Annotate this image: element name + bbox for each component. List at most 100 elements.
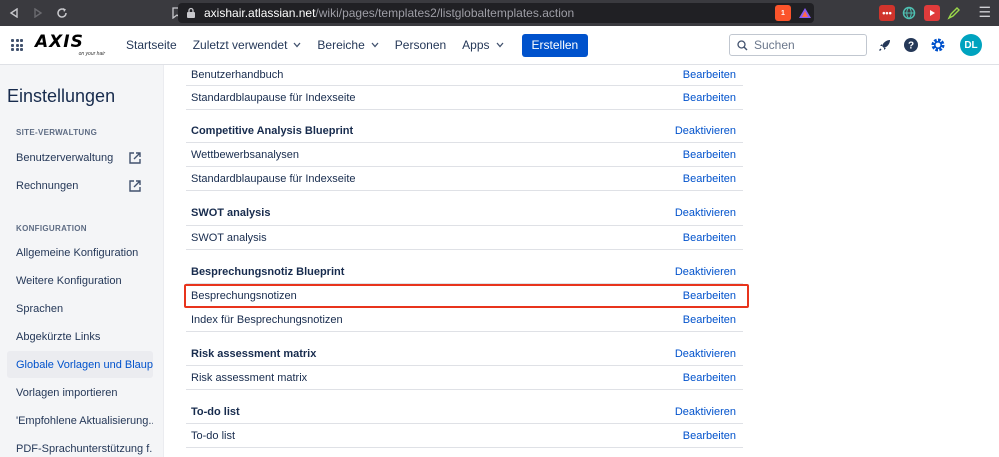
edit-link[interactable]: Bearbeiten — [683, 173, 736, 185]
table-row: SWOT analysis Bearbeiten — [186, 226, 743, 250]
blueprint-header-row: Besprechungsnotiz Blueprint Deaktivieren — [186, 250, 743, 284]
sidebar-item-label: Globale Vorlagen und Blaup... — [16, 358, 153, 371]
sidebar-item-vorlagen-importieren[interactable]: Vorlagen importieren — [7, 379, 153, 406]
app-header: AXIS on your hair Startseite Zuletzt ver… — [0, 26, 999, 65]
brave-badge: 1 — [781, 9, 785, 17]
search-placeholder: Suchen — [754, 38, 795, 52]
sidebar-item-label: 'Empfohlene Aktualisierung... — [16, 414, 153, 427]
table-row: Benutzerhandbuch Bearbeiten — [186, 65, 743, 86]
nav-label: Apps — [462, 38, 490, 52]
nav-personen[interactable]: Personen — [395, 38, 446, 52]
sidebar-item-label: Weitere Konfiguration — [16, 274, 122, 287]
forward-icon[interactable] — [28, 3, 48, 23]
highlight-box — [184, 284, 749, 308]
create-button[interactable]: Erstellen — [521, 33, 589, 57]
nav-label: Startseite — [126, 38, 177, 52]
sidebar-item-weitere-konfiguration[interactable]: Weitere Konfiguration — [7, 267, 153, 294]
nav-label: Bereiche — [317, 38, 365, 52]
edit-link[interactable]: Bearbeiten — [683, 314, 736, 326]
sidebar-item-label: PDF-Sprachunterstützung f... — [16, 442, 153, 455]
template-name: Benutzerhandbuch — [191, 69, 284, 81]
help-icon[interactable]: ? — [902, 36, 920, 54]
address-bar[interactable]: axishair.atlassian.net /wiki/pages/templ… — [178, 3, 814, 23]
edit-link[interactable]: Bearbeiten — [683, 430, 736, 442]
blueprint-name: Besprechungsnotiz Blueprint — [191, 265, 345, 278]
blueprint-name: To-do list — [191, 405, 240, 418]
nav-label: Personen — [394, 38, 447, 52]
template-name: Wettbewerbsanalysen — [191, 148, 300, 161]
edit-link[interactable]: Bearbeiten — [683, 69, 736, 81]
brave-shield-icon[interactable]: 1 — [775, 5, 791, 21]
sidebar-item-sprachen[interactable]: Sprachen — [7, 295, 153, 322]
template-name: Standardblaupause für Indexseite — [191, 172, 356, 185]
browser-menu-icon[interactable]: ☰ — [978, 4, 991, 21]
nav-apps[interactable]: Apps — [462, 38, 504, 52]
deactivate-link[interactable]: Deaktivieren — [675, 266, 736, 278]
template-name: Index für Besprechungsnotizen — [191, 313, 343, 326]
table-row: Risk assessment matrix Bearbeiten — [186, 366, 743, 390]
extension-globe-icon[interactable] — [901, 5, 917, 21]
sidebar-item-label: Benutzerverwaltung — [16, 151, 114, 164]
sidebar-item-abgekuerzte-links[interactable]: Abgekürzte Links — [7, 323, 153, 350]
nav-startseite[interactable]: Startseite — [126, 38, 177, 52]
logo[interactable]: AXIS on your hair — [35, 32, 105, 58]
settings-gear-icon[interactable] — [929, 36, 947, 54]
notifications-rocket-icon[interactable] — [876, 36, 894, 54]
sidebar-section-site-verwaltung: SITE-VERWALTUNG — [16, 128, 98, 137]
extension-record-icon[interactable] — [924, 5, 940, 21]
deactivate-link[interactable]: Deaktivieren — [675, 406, 736, 418]
reload-icon[interactable] — [52, 3, 72, 23]
back-icon[interactable] — [4, 3, 24, 23]
deactivate-link[interactable]: Deaktivieren — [675, 348, 736, 360]
url-domain: axishair.atlassian.net — [204, 6, 316, 20]
table-row: Wettbewerbsanalysen Bearbeiten — [186, 143, 743, 167]
table-row: Standardblaupause für Indexseite Bearbei… — [186, 86, 743, 110]
nav-label: Zuletzt verwendet — [192, 38, 288, 52]
table-row: Standardblaupause für Indexseite Bearbei… — [186, 167, 743, 191]
deactivate-link[interactable]: Deaktivieren — [675, 207, 736, 219]
sidebar-item-globale-vorlagen[interactable]: Globale Vorlagen und Blaup... — [7, 351, 153, 378]
template-name: SWOT analysis — [191, 231, 267, 244]
template-name: To-do list — [191, 429, 236, 442]
chevron-down-icon — [496, 41, 504, 49]
chevron-down-icon — [293, 41, 301, 49]
sidebar-item-label: Rechnungen — [16, 179, 79, 192]
blueprint-name: Competitive Analysis Blueprint — [191, 125, 354, 137]
sidebar-title: Einstellungen — [7, 86, 116, 106]
extension-pen-icon[interactable] — [946, 5, 962, 21]
nav-bereiche[interactable]: Bereiche — [317, 38, 379, 52]
edit-link[interactable]: Bearbeiten — [683, 149, 736, 161]
browser-toolbar: axishair.atlassian.net /wiki/pages/templ… — [0, 0, 999, 26]
sidebar-section-konfiguration: KONFIGURATION — [16, 224, 87, 233]
blueprint-name: SWOT analysis — [191, 207, 271, 219]
top-navigation: Startseite Zuletzt verwendet Bereiche Pe… — [126, 33, 589, 57]
table-row: To-do list Bearbeiten — [186, 424, 743, 448]
template-name: Risk assessment matrix — [191, 371, 308, 384]
sidebar-item-allgemeine-konfiguration[interactable]: Allgemeine Konfiguration — [7, 239, 153, 266]
external-link-icon — [129, 152, 141, 164]
app-switcher-icon[interactable] — [11, 39, 23, 51]
extension-lastpass-icon[interactable]: ••• — [879, 5, 895, 21]
search-icon — [737, 39, 748, 50]
blueprint-header-row: SWOT analysis Deaktivieren — [186, 191, 743, 226]
settings-sidebar: Einstellungen SITE-VERWALTUNG Benutzerve… — [0, 65, 164, 457]
sidebar-item-empfohlene-aktualisierung[interactable]: 'Empfohlene Aktualisierung... — [7, 407, 153, 434]
search-input[interactable]: Suchen — [729, 34, 867, 56]
edit-link[interactable]: Bearbeiten — [683, 92, 736, 104]
brave-rewards-icon[interactable] — [797, 5, 813, 21]
deactivate-link[interactable]: Deaktivieren — [675, 125, 736, 137]
lock-icon — [186, 7, 196, 19]
table-row: Index für Besprechungsnotizen Bearbeiten — [186, 308, 743, 332]
edit-link[interactable]: Bearbeiten — [683, 372, 736, 384]
chevron-down-icon — [371, 41, 379, 49]
logo-tagline: on your hair — [78, 51, 105, 57]
blueprint-name: Risk assessment matrix — [191, 347, 317, 360]
avatar[interactable]: DL — [960, 34, 982, 56]
sidebar-item-label: Allgemeine Konfiguration — [16, 246, 139, 259]
logo-text: AXIS — [35, 32, 84, 52]
sidebar-item-label: Abgekürzte Links — [16, 330, 101, 343]
blueprint-header-row: Competitive Analysis Blueprint Deaktivie… — [186, 110, 743, 143]
edit-link[interactable]: Bearbeiten — [683, 232, 736, 244]
sidebar-item-pdf-sprachunterstuetzung[interactable]: PDF-Sprachunterstützung f... — [7, 435, 153, 457]
nav-zuletzt-verwendet[interactable]: Zuletzt verwendet — [193, 38, 302, 52]
